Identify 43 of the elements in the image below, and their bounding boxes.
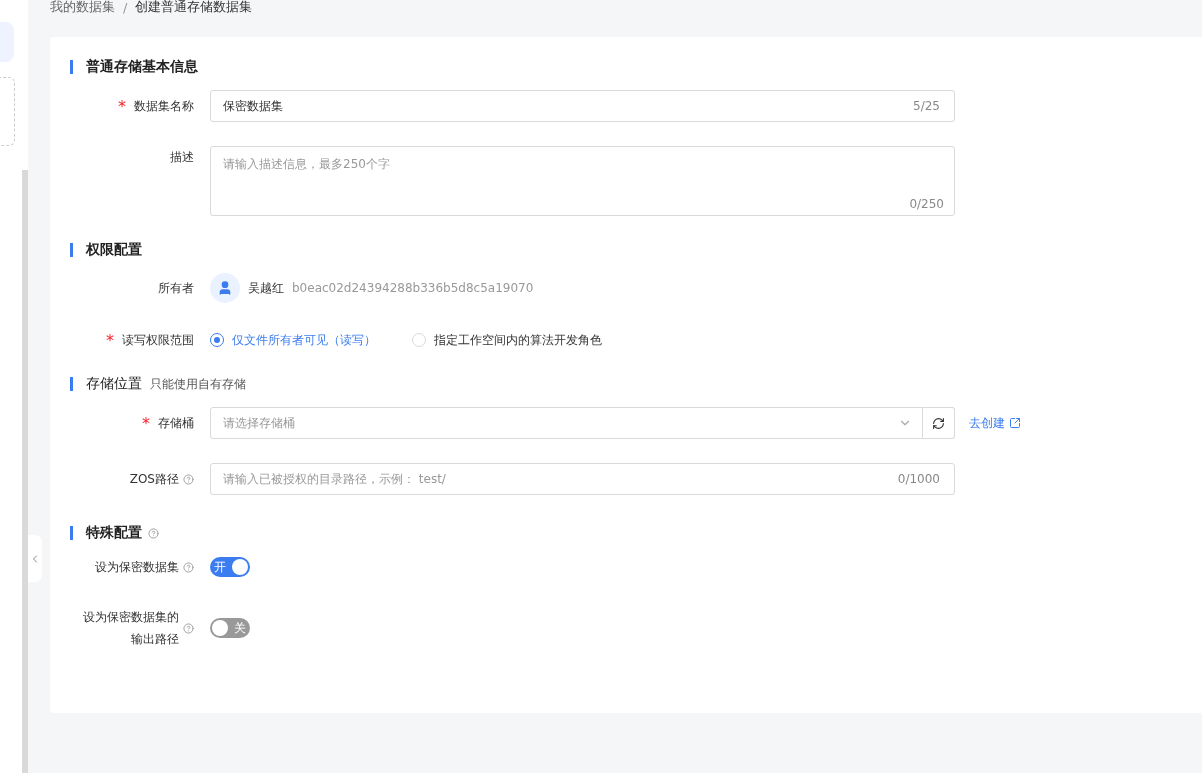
section-note: 只能使用自有存储 xyxy=(150,375,246,393)
required-mark: * xyxy=(118,96,126,116)
external-link-icon xyxy=(1009,417,1021,429)
required-mark: * xyxy=(106,330,114,350)
field-label: 描述 xyxy=(170,149,194,166)
owner-name: 吴越红 xyxy=(248,279,284,297)
field-label: 读写权限范围 xyxy=(122,332,194,349)
refresh-icon xyxy=(932,416,945,430)
toggle-switch[interactable]: 开 xyxy=(210,557,250,577)
section-title: 特殊配置 xyxy=(86,524,142,542)
field-label: 存储桶 xyxy=(158,415,194,432)
description-textarea[interactable]: 请输入描述信息，最多250个字 0/250 xyxy=(210,146,955,216)
section-title: 权限配置 xyxy=(86,241,142,259)
breadcrumb-item[interactable]: 我的数据集 xyxy=(50,0,115,16)
radio-option[interactable]: 仅文件所有者可见（读写） xyxy=(210,331,376,349)
breadcrumb-separator: / xyxy=(123,0,128,15)
help-icon[interactable] xyxy=(183,622,194,634)
char-counter: 0/250 xyxy=(909,197,944,211)
scrollbar[interactable] xyxy=(22,170,28,773)
avatar-icon xyxy=(210,273,240,303)
refresh-button[interactable] xyxy=(923,407,955,439)
field-label: 所有者 xyxy=(158,280,194,297)
section-title: 普通存储基本信息 xyxy=(86,58,198,76)
help-icon[interactable] xyxy=(183,473,194,485)
bucket-select[interactable]: 请选择存储桶 xyxy=(210,407,923,439)
field-label: 设为保密数据集的输出路径 xyxy=(82,609,179,648)
radio-option[interactable]: 指定工作空间内的算法开发角色 xyxy=(412,331,602,349)
create-link[interactable]: 去创建 xyxy=(969,414,1021,432)
owner-id: b0eac02d24394288b336b5d8c5a19070 xyxy=(292,281,534,295)
section-title: 存储位置 xyxy=(86,375,142,393)
field-label: 设为保密数据集 xyxy=(95,559,179,576)
field-label: ZOS路径 xyxy=(129,471,179,488)
text-input[interactable]: 请输入已被授权的目录路径，示例： test/ 0/1000 xyxy=(210,463,955,495)
char-counter: 0/1000 xyxy=(897,472,940,486)
field-label: 数据集名称 xyxy=(134,98,194,115)
text-input[interactable]: 保密数据集 5/25 xyxy=(210,90,955,122)
breadcrumb-item: 创建普通存储数据集 xyxy=(135,0,253,16)
char-counter: 5/25 xyxy=(913,99,940,113)
toggle-switch[interactable]: 关 xyxy=(210,618,250,638)
help-icon[interactable] xyxy=(183,561,194,573)
required-mark: * xyxy=(142,413,150,433)
collapse-button[interactable] xyxy=(28,535,42,582)
help-icon[interactable] xyxy=(148,527,159,539)
